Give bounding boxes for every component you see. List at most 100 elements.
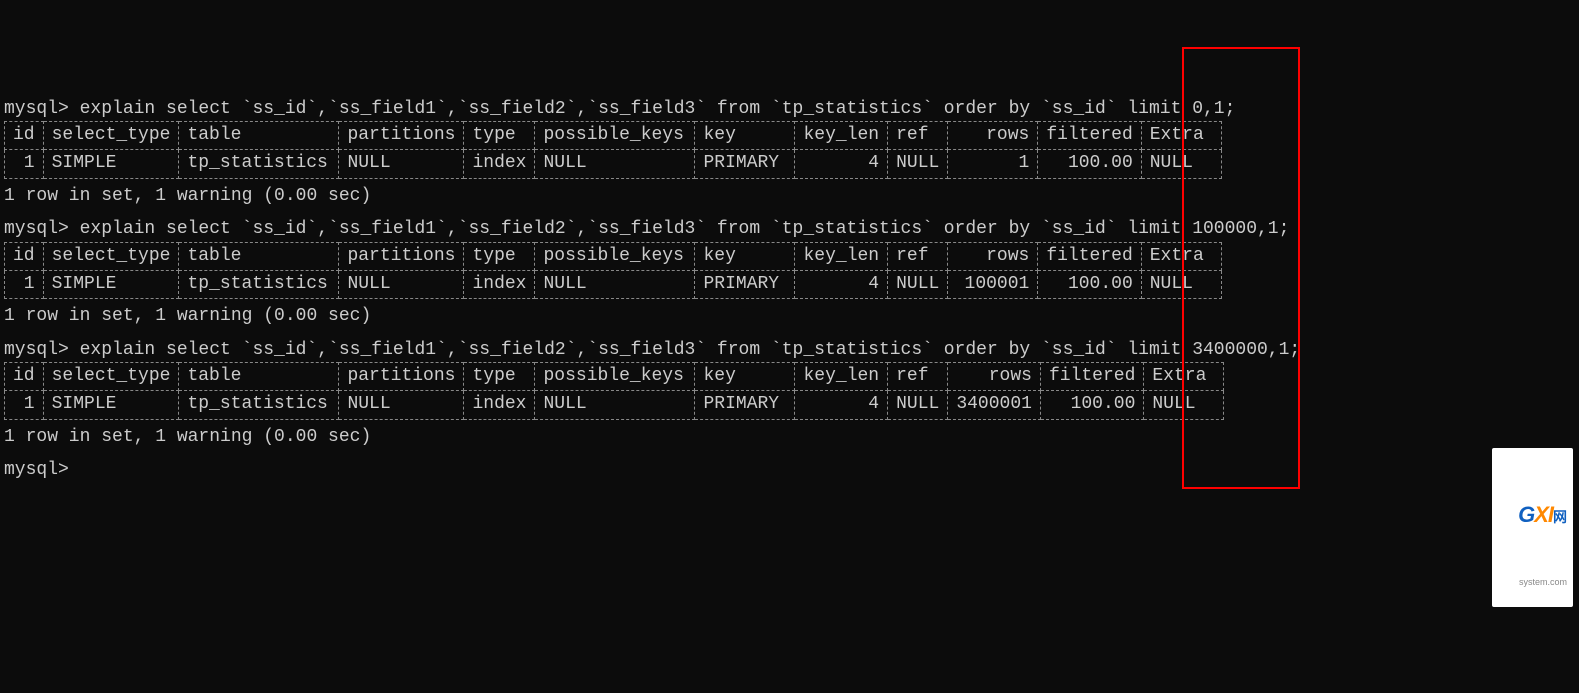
mysql-prompt: mysql> <box>4 219 69 239</box>
cell-type: index <box>464 150 535 178</box>
cell-select_type: SIMPLE <box>43 270 179 298</box>
cell-type: index <box>464 391 535 419</box>
col-header-rows: rows <box>948 363 1041 391</box>
mysql-prompt: mysql> <box>4 340 69 360</box>
col-header-key_len: key_len <box>795 242 888 270</box>
col-header-Extra: Extra <box>1141 121 1221 149</box>
col-header-ref: ref <box>888 121 948 149</box>
terminal-output: mysql> explain select `ss_id`,`ss_field1… <box>4 98 1579 483</box>
col-header-select_type: select_type <box>43 363 179 391</box>
col-header-key: key <box>695 363 795 391</box>
sql-command-line: mysql> explain select `ss_id`,`ss_field1… <box>4 339 1579 362</box>
col-header-Extra: Extra <box>1144 363 1224 391</box>
table-row: 1SIMPLEtp_statisticsNULLindexNULLPRIMARY… <box>5 270 1222 298</box>
cell-id: 1 <box>5 150 44 178</box>
col-header-partitions: partitions <box>339 242 464 270</box>
cell-possible_keys: NULL <box>535 270 695 298</box>
col-header-table: table <box>179 242 339 270</box>
table-row: 1SIMPLEtp_statisticsNULLindexNULLPRIMARY… <box>5 150 1222 178</box>
cell-rows: 3400001 <box>948 391 1041 419</box>
mysql-prompt: mysql> <box>4 99 69 119</box>
col-header-type: type <box>464 363 535 391</box>
cell-Extra: NULL <box>1144 391 1224 419</box>
cell-select_type: SIMPLE <box>43 150 179 178</box>
cell-select_type: SIMPLE <box>43 391 179 419</box>
col-header-type: type <box>464 121 535 149</box>
col-header-type: type <box>464 242 535 270</box>
cell-Extra: NULL <box>1141 150 1221 178</box>
cell-partitions: NULL <box>339 150 464 178</box>
col-header-table: table <box>179 121 339 149</box>
col-header-Extra: Extra <box>1141 242 1221 270</box>
col-header-table: table <box>179 363 339 391</box>
col-header-rows: rows <box>948 121 1038 149</box>
cell-rows: 100001 <box>948 270 1038 298</box>
cell-key: PRIMARY <box>695 391 795 419</box>
watermark-logo: GXI网 system.com <box>1492 448 1573 607</box>
col-header-key: key <box>695 121 795 149</box>
status-line: 1 row in set, 1 warning (0.00 sec) <box>4 305 1579 328</box>
sql-text: explain select `ss_id`,`ss_field1`,`ss_f… <box>69 99 1236 119</box>
cell-id: 1 <box>5 270 44 298</box>
status-line: 1 row in set, 1 warning (0.00 sec) <box>4 426 1579 449</box>
watermark-sub: system.com <box>1498 578 1567 587</box>
col-header-filtered: filtered <box>1038 242 1141 270</box>
cell-partitions: NULL <box>339 391 464 419</box>
cell-key_len: 4 <box>795 270 888 298</box>
col-header-rows: rows <box>948 242 1038 270</box>
sql-text: explain select `ss_id`,`ss_field1`,`ss_f… <box>69 340 1300 360</box>
cell-ref: NULL <box>888 270 948 298</box>
col-header-select_type: select_type <box>43 121 179 149</box>
cell-table: tp_statistics <box>179 270 339 298</box>
cell-ref: NULL <box>888 391 948 419</box>
cell-Extra: NULL <box>1141 270 1221 298</box>
query-block: mysql> explain select `ss_id`,`ss_field1… <box>4 218 1579 329</box>
cell-table: tp_statistics <box>179 391 339 419</box>
cell-key_len: 4 <box>795 150 888 178</box>
watermark-xi: XI <box>1534 502 1553 527</box>
watermark-g: G <box>1518 502 1534 527</box>
query-block: mysql> explain select `ss_id`,`ss_field1… <box>4 339 1579 450</box>
col-header-ref: ref <box>888 363 948 391</box>
explain-result-table: idselect_typetablepartitionstypepossible… <box>4 242 1222 300</box>
col-header-id: id <box>5 242 44 270</box>
col-header-filtered: filtered <box>1040 363 1143 391</box>
query-block: mysql> explain select `ss_id`,`ss_field1… <box>4 98 1579 209</box>
cell-filtered: 100.00 <box>1038 270 1141 298</box>
cell-key: PRIMARY <box>695 270 795 298</box>
cell-possible_keys: NULL <box>535 150 695 178</box>
mysql-prompt-idle[interactable]: mysql> <box>4 459 1579 482</box>
cell-id: 1 <box>5 391 44 419</box>
col-header-partitions: partitions <box>339 363 464 391</box>
col-header-key_len: key_len <box>795 363 888 391</box>
cell-filtered: 100.00 <box>1040 391 1143 419</box>
cell-partitions: NULL <box>339 270 464 298</box>
cell-possible_keys: NULL <box>535 391 695 419</box>
cell-filtered: 100.00 <box>1038 150 1141 178</box>
cell-table: tp_statistics <box>179 150 339 178</box>
col-header-possible_keys: possible_keys <box>535 363 695 391</box>
cell-rows: 1 <box>948 150 1038 178</box>
cell-key: PRIMARY <box>695 150 795 178</box>
status-line: 1 row in set, 1 warning (0.00 sec) <box>4 185 1579 208</box>
col-header-id: id <box>5 363 44 391</box>
col-header-possible_keys: possible_keys <box>535 121 695 149</box>
cell-type: index <box>464 270 535 298</box>
cell-key_len: 4 <box>795 391 888 419</box>
sql-command-line: mysql> explain select `ss_id`,`ss_field1… <box>4 218 1579 241</box>
col-header-possible_keys: possible_keys <box>535 242 695 270</box>
col-header-filtered: filtered <box>1038 121 1141 149</box>
table-row: 1SIMPLEtp_statisticsNULLindexNULLPRIMARY… <box>5 391 1224 419</box>
explain-result-table: idselect_typetablepartitionstypepossible… <box>4 121 1222 179</box>
col-header-select_type: select_type <box>43 242 179 270</box>
col-header-key: key <box>695 242 795 270</box>
watermark-cn: 网 <box>1553 509 1567 525</box>
col-header-key_len: key_len <box>795 121 888 149</box>
mysql-prompt: mysql> <box>4 460 69 480</box>
col-header-id: id <box>5 121 44 149</box>
col-header-ref: ref <box>888 242 948 270</box>
sql-command-line: mysql> explain select `ss_id`,`ss_field1… <box>4 98 1579 121</box>
col-header-partitions: partitions <box>339 121 464 149</box>
explain-result-table: idselect_typetablepartitionstypepossible… <box>4 362 1224 420</box>
sql-text: explain select `ss_id`,`ss_field1`,`ss_f… <box>69 219 1290 239</box>
